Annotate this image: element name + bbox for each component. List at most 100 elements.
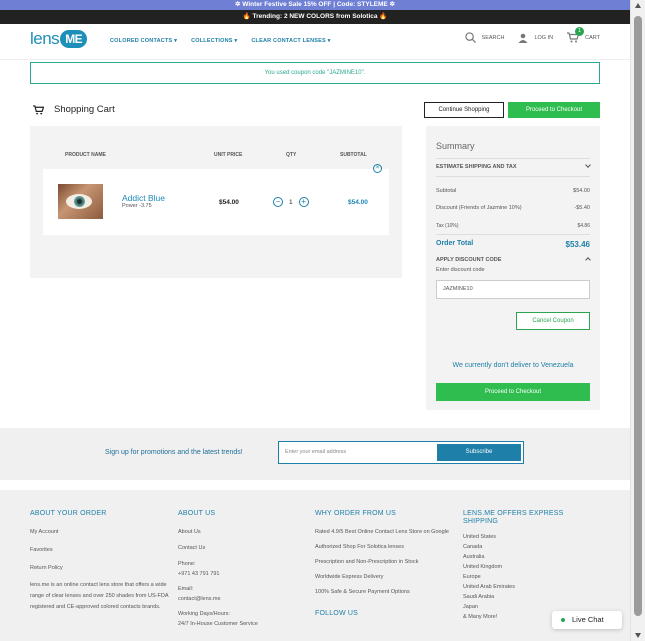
subscribe-button[interactable]: Subscribe [437,444,521,461]
country-item: United States [463,534,497,540]
fire-icon: 🔥 [242,13,251,20]
delivery-notice: We currently don't deliver to Venezuela [452,362,574,369]
footer-link-about-us[interactable]: About Us [178,529,258,536]
page: ✲ Winter Festive Sale 15% OFF | Code: ST… [0,0,630,641]
coupon-notice: You used coupon code "JAZMINE10". [30,62,600,84]
subtotal-label: Subtotal [436,188,457,194]
proceed-to-checkout-button[interactable]: Proceed to Checkout [508,102,600,118]
promo-bar-sale[interactable]: ✲ Winter Festive Sale 15% OFF | Code: ST… [0,0,630,10]
cart-button[interactable]: 1 CART [567,27,600,43]
footer-link-delivery[interactable]: Worldwide Express Delivery [315,574,455,581]
nav-clear-contact-lenses[interactable]: CLEAR CONTACT LENSES ▾ [251,38,330,44]
order-total-value: $53.46 [565,240,590,249]
search-label: SEARCH [481,34,505,41]
shipping-tax-accordion[interactable]: ESTIMATE SHIPPING AND TAX [436,162,591,170]
proceed-to-checkout-button[interactable]: Proceed to Checkout [436,383,590,401]
unit-price: $54.00 [219,199,239,206]
footer-hours-label: Working Days/Hours: [178,611,230,617]
apply-discount-accordion[interactable]: APPLY DISCOUNT CODE [436,257,591,263]
shipping-tax-label: ESTIMATE SHIPPING AND TAX [436,164,517,170]
footer-heading: WHY ORDER FROM US [315,510,397,517]
scroll-down-icon[interactable] [635,633,641,638]
scrollbar-thumb[interactable] [634,16,642,616]
nav-colored-contacts[interactable]: COLORED CONTACTS ▾ [110,38,177,44]
footer-email-label: Email: [178,586,194,592]
footer-link-my-account[interactable]: My Account [30,529,170,536]
discount-value: -$5.40 [574,205,590,211]
cart-count-badge: 1 [575,27,585,36]
subtotal-value: $54.00 [573,188,590,194]
item-subtotal: $54.00 [348,199,368,206]
continue-shopping-button[interactable]: Continue Shopping [424,102,504,118]
footer-hours: 24/7 In-House Customer Service [178,621,258,627]
summary-subtotal-row: Subtotal $54.00 [436,188,590,194]
product-image[interactable] [58,184,103,219]
vertical-scrollbar[interactable] [630,0,645,641]
discount-label: Discount (Friends of Jazmine 10%) [436,205,522,211]
footer-link-favorites[interactable]: Favorites [30,547,170,554]
order-total-label: Order Total [436,240,474,247]
product-name-link[interactable]: Addict Blue [122,193,165,203]
cart-icon [33,104,44,115]
product-power: Power -3.75 [122,203,152,209]
header-actions: SEARCH LOG IN 1 CART [464,27,600,43]
footer-heading: LENS.ME OFFERS EXPRESS SHIPPING [463,510,564,525]
cart-label: CART [585,34,600,41]
footer-phone-label: Phone: [178,561,196,567]
live-chat-button[interactable]: Live Chat [552,611,622,629]
divider [436,176,590,177]
promo-trending-text: Trending: 2 NEW COLORS from Solotica [250,13,380,20]
country-item: United Arab Emirates [463,584,515,590]
scroll-up-icon[interactable] [635,3,641,8]
promo-sale-text: ✲ Winter Festive Sale 15% OFF | Code: ST… [234,1,396,8]
nav-collections[interactable]: COLLECTIONS ▾ [191,38,237,44]
footer-link-payment[interactable]: 100% Safe & Secure Payment Options [315,589,455,596]
chevron-down-icon [585,162,591,168]
qty-increase-button[interactable]: + [298,197,309,207]
signup-form: Enter your email address Subscribe [278,441,524,464]
summary-tax-row: Tax (10%) $4.86 [436,223,590,229]
online-dot-icon [561,618,565,622]
footer-link-contact-us[interactable]: Contact Us [178,545,258,552]
footer-phone[interactable]: +971 43 791 791 [178,571,258,578]
tax-value: $4.86 [577,223,590,229]
summary-title: Summary [436,141,475,151]
divider [436,158,590,159]
signup-text: Sign up for promotions and the latest tr… [105,449,243,456]
search-icon [464,32,476,43]
footer-link-rated[interactable]: Rated 4.9/5 Best Online Contact Lens Sto… [315,529,455,536]
footer-description: lens.me is an online contact lens store … [30,582,169,610]
logo-badge: ME [60,30,88,48]
qty-decrease-button[interactable]: − [273,197,283,207]
footer-link-authorized[interactable]: Authorized Shop For Solotica lenses [315,544,455,551]
site-footer: ABOUT YOUR ORDER My Account Favorites Re… [0,490,630,641]
remove-item-icon[interactable]: × [373,164,382,173]
iris-graphic [74,196,85,207]
login-button[interactable]: LOG IN [518,33,553,43]
cancel-coupon-button[interactable]: Cancel Coupon [516,312,590,330]
country-item: Europe [463,574,481,580]
footer-link-return-policy[interactable]: Return Policy [30,565,170,572]
discount-code-label: Enter discount code [436,267,485,273]
tax-label: Tax (10%) [436,223,459,229]
country-item: Australia [463,554,485,560]
footer-link-prescription[interactable]: Prescription and Non-Prescription in Sto… [315,559,455,566]
search-button[interactable]: SEARCH [464,32,505,43]
country-item: Canada [463,544,483,550]
footer-email[interactable]: contact@lens.me [178,596,258,603]
email-field[interactable]: Enter your email address [285,449,346,455]
apply-discount-label: APPLY DISCOUNT CODE [436,257,502,263]
cart-title: Shopping Cart [33,104,115,115]
newsletter-signup: Sign up for promotions and the latest tr… [0,428,630,480]
col-qty: QTY [286,152,297,158]
quantity-stepper: − 1 + [273,197,309,207]
discount-code-input[interactable]: JAZMINE10 [436,280,590,299]
footer-col-why-order: WHY ORDER FROM US Rated 4.9/5 Best Onlin… [315,510,455,629]
footer-col-about-us: ABOUT US About Us Contact Us Phone: +971… [178,510,258,636]
logo[interactable]: lens ME [30,29,88,49]
summary-discount-row: Discount (Friends of Jazmine 10%) -$5.40 [436,205,590,211]
col-product-name: PRODUCT NAME [65,152,106,158]
footer-heading: FOLLOW US [315,610,359,617]
promo-bar-trending[interactable]: 🔥 Trending: 2 NEW COLORS from Solotica 🔥 [0,10,630,24]
country-item: Japan [463,604,478,610]
